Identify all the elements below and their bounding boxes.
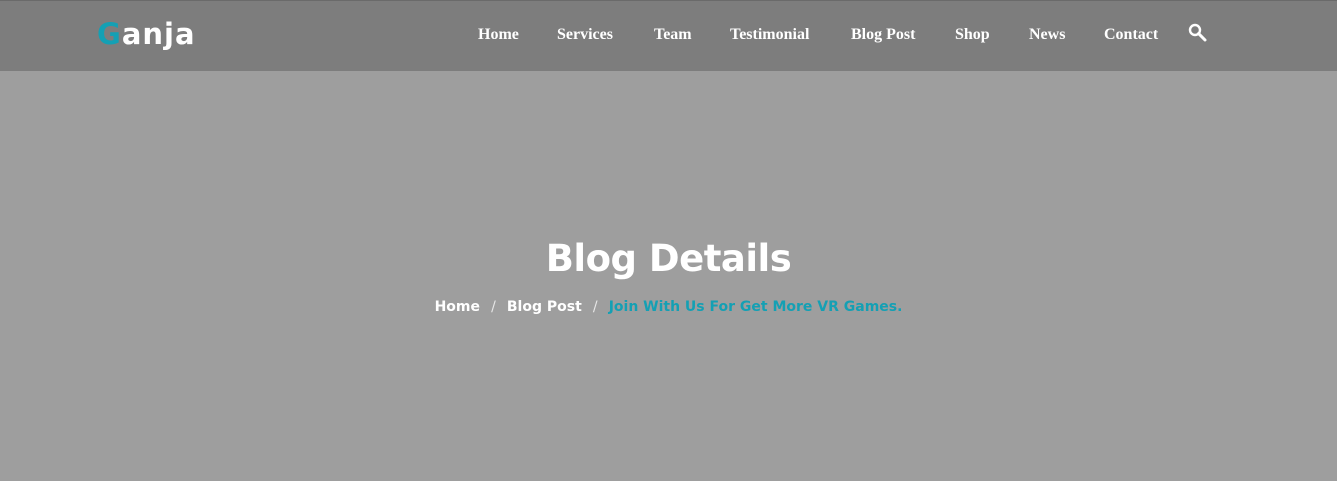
- main-nav: Home Services Team Testimonial Blog Post…: [0, 22, 1337, 48]
- header-bar: Ganja Home Services Team Testimonial Blo…: [0, 0, 1337, 71]
- hero-section: Blog Details: [0, 235, 1337, 283]
- breadcrumb-blog-post[interactable]: Blog Post: [507, 299, 582, 315]
- breadcrumb: Home / Blog Post / Join With Us For Get …: [0, 296, 1337, 318]
- nav-blog-post[interactable]: Blog Post: [851, 22, 915, 48]
- breadcrumb-current: Join With Us For Get More VR Games.: [608, 299, 903, 315]
- page-title: Blog Details: [545, 237, 792, 280]
- search-icon[interactable]: [1188, 23, 1208, 43]
- nav-team[interactable]: Team: [654, 22, 692, 48]
- breadcrumb-separator: /: [491, 299, 496, 315]
- breadcrumb-separator: /: [592, 299, 598, 315]
- breadcrumb-home[interactable]: Home: [435, 299, 480, 315]
- nav-shop[interactable]: Shop: [955, 22, 990, 48]
- nav-services[interactable]: Services: [557, 22, 613, 48]
- nav-contact[interactable]: Contact: [1104, 22, 1158, 48]
- page: Ganja Home Services Team Testimonial Blo…: [0, 0, 1337, 481]
- nav-testimonial[interactable]: Testimonial: [730, 22, 809, 48]
- nav-home[interactable]: Home: [478, 22, 519, 48]
- nav-news[interactable]: News: [1029, 22, 1065, 48]
